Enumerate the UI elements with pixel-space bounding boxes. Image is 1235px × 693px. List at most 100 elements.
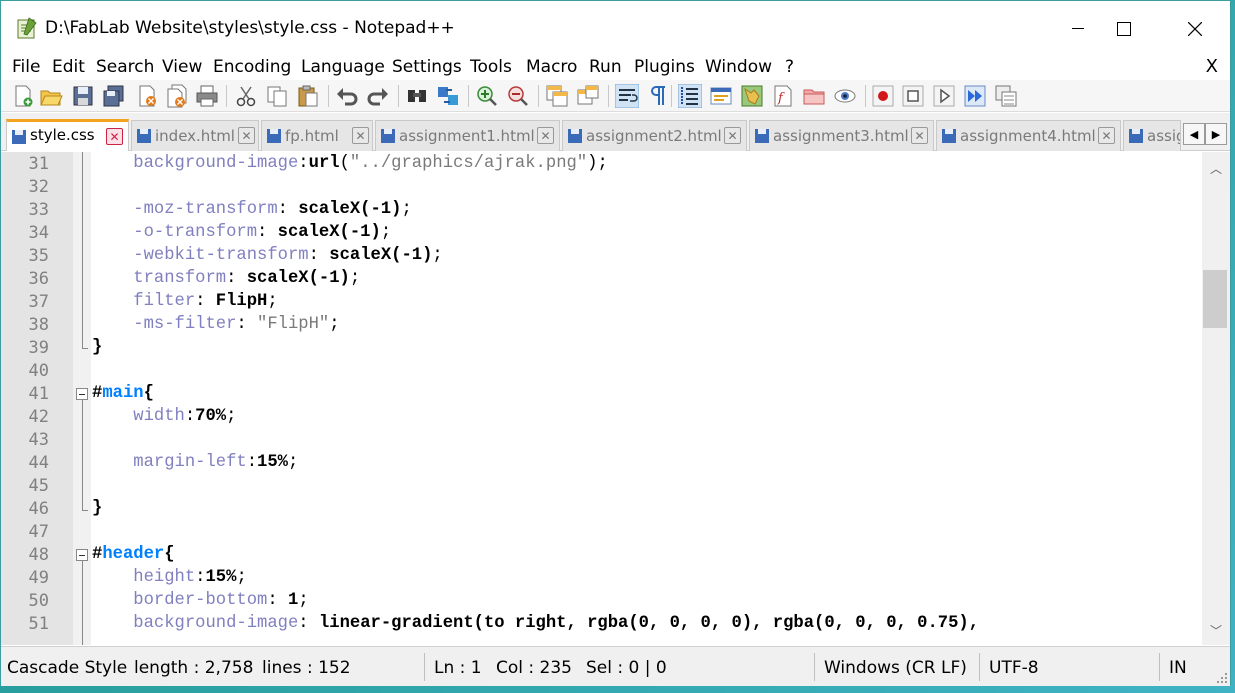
redo-icon[interactable] [366,84,390,108]
paste-icon[interactable] [296,84,320,108]
run-macro-multiple-icon[interactable] [963,84,987,108]
tab-scroll-left-button[interactable]: ◀ [1183,123,1205,145]
menu-edit[interactable]: Edit [52,57,85,77]
maximize-button[interactable] [1101,1,1147,56]
tab-assignment4-html[interactable]: assignment4.html ✕ [936,120,1121,151]
fold-end-marker [82,348,88,349]
indent-guide-icon[interactable] [678,84,702,108]
record-macro-icon[interactable] [871,84,895,108]
close-window-button[interactable] [1172,1,1218,56]
menu-file[interactable]: File [12,57,40,77]
menu-help[interactable]: ? [785,57,794,77]
menu-encoding[interactable]: Encoding [213,57,291,77]
status-insert-mode: IN [1169,658,1187,678]
code-token: : [277,200,299,219]
tab-index-html[interactable]: index.html ✕ [131,120,259,151]
find-icon[interactable] [405,84,429,108]
code-line[interactable]: -ms-filter: "FlipH"; [92,315,340,334]
zoom-out-icon[interactable] [506,84,530,108]
scrollbar-thumb[interactable] [1203,270,1227,328]
tab-close-icon[interactable]: ✕ [1098,127,1115,144]
tab-assig-truncated[interactable]: assig [1123,120,1181,151]
code-line[interactable]: background-image:url("../graphics/ajrak.… [92,154,608,173]
zoom-in-icon[interactable] [475,84,499,108]
tab-assignment2-html[interactable]: assignment2.html ✕ [562,120,747,151]
menu-view[interactable]: View [162,57,202,77]
menu-tools[interactable]: Tools [470,57,512,77]
file-saved-icon [755,129,769,143]
udl-dialog-icon[interactable] [709,84,733,108]
toolbar-separator [671,85,672,107]
code-line[interactable]: transform: scaleX(-1); [92,269,360,288]
status-separator [979,653,980,681]
save-macro-icon[interactable] [994,84,1018,108]
code-line[interactable]: } [92,338,102,357]
tab-close-icon[interactable]: ✕ [724,127,741,144]
close-file-icon[interactable] [135,84,159,108]
menu-window[interactable]: Window [705,57,772,77]
code-line[interactable]: filter: FlipH; [92,292,277,311]
tab-close-icon[interactable]: ✕ [106,128,123,145]
stop-recording-icon[interactable] [901,84,925,108]
scroll-up-icon[interactable]: ︿ [1210,160,1222,177]
menu-language[interactable]: Language [301,57,385,77]
cut-icon[interactable] [234,84,258,108]
fold-toggle-icon[interactable] [76,388,88,400]
monitoring-eye-icon[interactable] [833,84,857,108]
copy-icon[interactable] [265,84,289,108]
tab-scroll-right-button[interactable]: ▶ [1205,123,1227,145]
tab-assignment1-html[interactable]: assignment1.html ✕ [375,120,560,151]
save-all-icon[interactable] [102,84,126,108]
menu-macro[interactable]: Macro [526,57,577,77]
sync-horizontal-icon[interactable] [576,84,600,108]
code-line[interactable]: } [92,499,102,518]
word-wrap-icon[interactable] [615,84,639,108]
status-separator [424,653,425,681]
menu-plugins[interactable]: Plugins [634,57,695,77]
tab-close-icon[interactable]: ✕ [537,127,554,144]
line-number: 31 [28,154,49,174]
tab-style-css[interactable]: style.css ✕ [6,119,129,151]
fold-toggle-icon[interactable] [76,549,88,561]
code-line[interactable]: background-image: linear-gradient(to rig… [92,614,979,633]
code-line[interactable]: width:70%; [92,407,236,426]
code-line[interactable]: #main{ [92,384,154,403]
open-file-icon[interactable] [39,84,63,108]
function-list-icon[interactable]: f [771,84,795,108]
title-bar[interactable]: D:\FabLab Website\styles\style.css - Not… [1,1,1230,56]
code-line[interactable]: border-bottom: 1; [92,591,308,610]
menu-run[interactable]: Run [589,57,622,77]
code-line[interactable]: -o-transform: scaleX(-1); [92,223,391,242]
document-map-icon[interactable] [740,84,764,108]
scroll-down-icon[interactable]: ﹀ [1210,622,1222,639]
sync-vertical-icon[interactable] [545,84,569,108]
code-line[interactable]: -moz-transform: scaleX(-1); [92,200,412,219]
undo-icon[interactable] [335,84,359,108]
code-editor[interactable]: background-image:url("../graphics/ajrak.… [1,152,1230,645]
new-file-icon[interactable] [11,84,35,108]
playback-macro-icon[interactable] [932,84,956,108]
print-icon[interactable] [195,84,219,108]
code-token: ; [329,315,340,334]
tab-close-icon[interactable]: ✕ [238,127,255,144]
tab-fp-html[interactable]: fp.html ✕ [261,120,373,151]
replace-icon[interactable] [436,84,460,108]
show-all-characters-icon[interactable] [646,84,670,108]
minimize-button[interactable] [1055,1,1101,56]
menu-settings[interactable]: Settings [392,57,462,77]
close-document-button[interactable]: X [1206,56,1218,77]
status-line-number: Ln : 1 [434,658,482,678]
code-line[interactable]: -webkit-transform: scaleX(-1); [92,246,442,265]
tab-close-icon[interactable]: ✕ [911,127,928,144]
code-line[interactable]: margin-left:15%; [92,453,298,472]
resize-grip-icon[interactable] [1216,672,1228,684]
menu-search[interactable]: Search [96,57,154,77]
folder-as-workspace-icon[interactable] [802,84,826,108]
save-icon[interactable] [71,84,95,108]
code-line[interactable]: height:15%; [92,568,247,587]
tab-close-icon[interactable]: ✕ [352,127,369,144]
vertical-scrollbar[interactable]: ︿ ﹀ [1202,152,1230,645]
close-all-icon[interactable] [165,84,189,108]
tab-assignment3-html[interactable]: assignment3.html ✕ [749,120,934,151]
code-line[interactable]: #header{ [92,545,175,564]
